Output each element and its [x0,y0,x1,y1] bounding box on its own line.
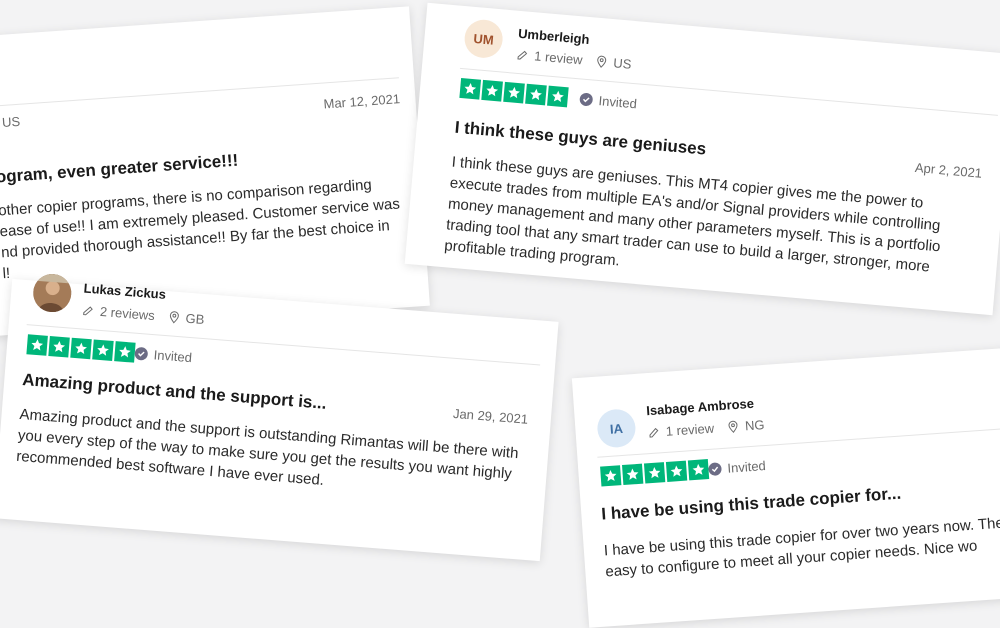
pencil-icon [517,50,528,60]
review-body: other copier programs, there is no compa… [0,171,422,284]
reviews-count: 1 review [533,48,584,68]
star-icon [114,341,136,363]
location-pin-icon [169,311,179,324]
reviews-count: 1 review [665,420,715,439]
avatar: IA [596,408,637,449]
review-card-2: UM Umberleigh 1 review US Invited I thin… [404,2,1000,316]
review-body: I think these guys are geniuses. This MT… [444,152,996,304]
location-pin-icon [728,420,738,433]
reviewer-location: US [2,114,21,130]
country-label: US [612,55,633,72]
star-icon [622,463,644,486]
invited-label: Invited [598,93,638,112]
location-pin-icon [597,55,607,68]
star-icon [70,337,92,360]
review-date: Mar 12, 2021 [323,91,401,112]
star-icon [26,334,48,356]
avatar-initials: UM [472,30,495,48]
reviewer-meta: 1 review NG [647,417,765,440]
reviewer-name[interactable]: Umberleigh [518,26,591,47]
reviewer-meta: 1 review US [516,47,632,72]
review-title[interactable]: I have be using this trade copier for... [601,484,902,525]
review-date: Jan 29, 2021 [452,405,529,427]
review-card-4: IA Isabage Ambrose 1 review NG Invited I… [571,346,1000,628]
star-icon [600,465,622,487]
avatar: UM [463,18,505,60]
reviewer-name[interactable]: Isabage Ambrose [646,396,755,418]
country-label: US [1,113,21,130]
star-rating [26,334,136,363]
invited-badge: Invited [134,346,193,366]
pencil-icon [83,305,93,315]
star-icon [48,336,70,358]
star-icon [92,339,114,361]
invited-label: Invited [153,347,193,366]
star-icon [643,462,666,484]
review-date: Apr 2, 2021 [914,159,983,181]
check-circle-icon [134,346,149,361]
star-icon [665,460,688,482]
star-icon [687,459,710,481]
review-card-3: Lukas Zickus 2 reviews GB Invited Amazin… [0,272,559,562]
reviewer-meta: 2 reviews GB [81,302,205,327]
pencil-icon [649,427,659,438]
star-icon [525,83,547,106]
star-rating [459,77,569,108]
check-circle-icon [708,462,722,477]
invited-badge: Invited [579,91,637,111]
star-icon [459,77,482,100]
review-title[interactable]: I think these guys are geniuses [454,118,707,160]
review-body: I have be using this trade copier for ov… [603,510,1000,583]
country-label: NG [744,417,765,434]
invited-badge: Invited [708,458,766,477]
star-icon [503,81,525,104]
invited-label: Invited [726,458,767,476]
review-title: ogram, even greater service!!! [0,150,239,187]
country-label: GB [185,310,205,328]
star-icon [481,79,503,102]
star-icon [547,85,569,108]
star-rating [600,459,710,487]
check-circle-icon [579,92,594,107]
reviews-count: 2 reviews [99,303,156,324]
avatar-initials: IA [609,420,624,437]
